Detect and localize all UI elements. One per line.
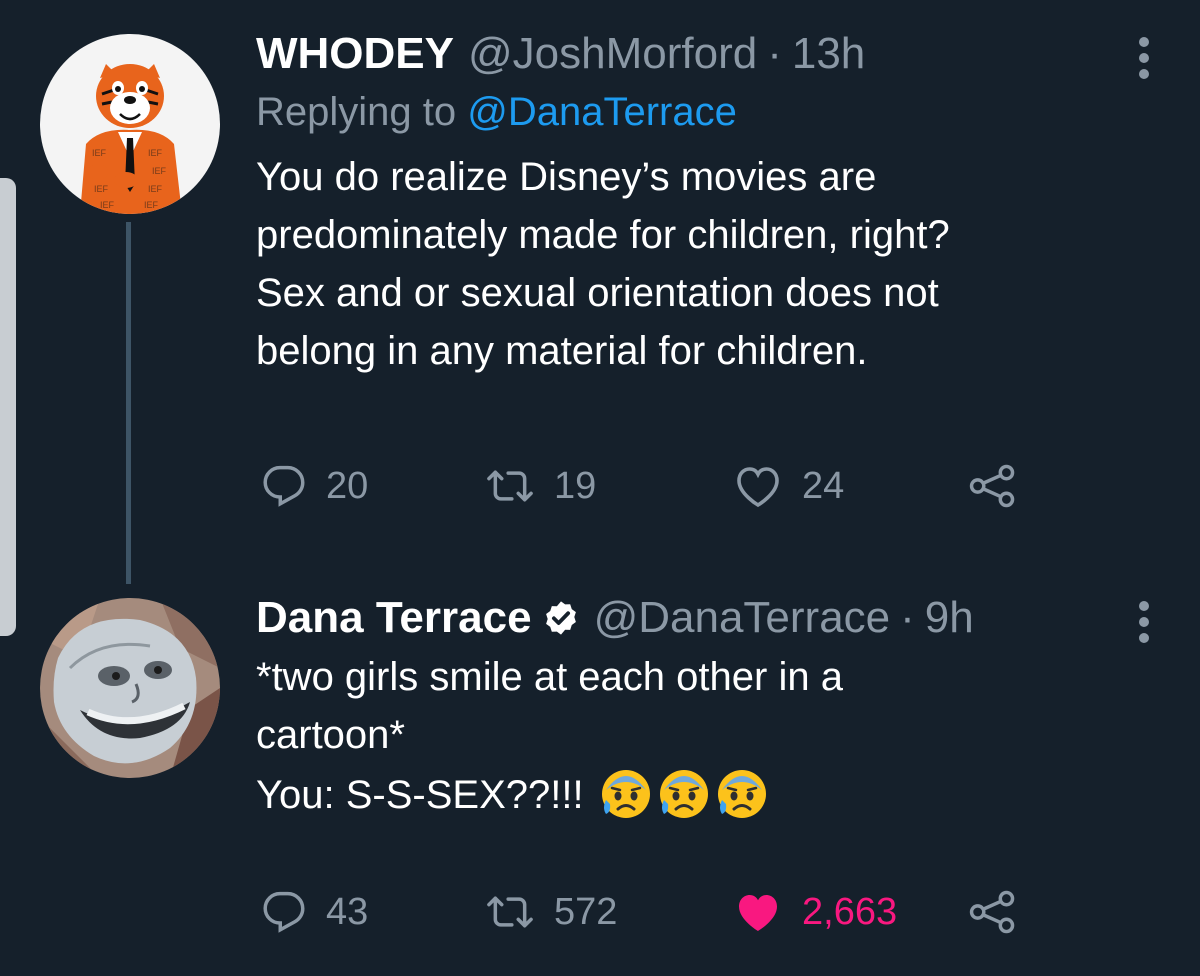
replying-to: Replying to @DanaTerrace <box>256 82 1156 142</box>
retweet-icon <box>487 470 533 502</box>
tweet-text-line: You do realize Disney’s movies are <box>256 155 877 199</box>
separator-dot: · <box>900 593 915 642</box>
svg-text:IEF: IEF <box>92 148 107 158</box>
medieval-art-face-avatar[interactable] <box>40 598 220 778</box>
verified-badge-icon <box>542 599 580 637</box>
reply-button[interactable]: 43 <box>262 882 368 942</box>
tweet-text-line: predominately made for children, right? <box>256 213 950 257</box>
anxious-face-with-sweat-icon <box>714 764 770 820</box>
reply-icon <box>263 891 305 933</box>
more-options-icon[interactable] <box>1132 598 1156 646</box>
tweet-time[interactable]: 13h <box>792 26 865 82</box>
reply-count: 20 <box>326 464 369 507</box>
like-button[interactable]: 2,663 <box>734 882 897 942</box>
tweet-text-line: cartoon* <box>256 713 405 757</box>
tweet-time[interactable]: 9h <box>925 590 974 646</box>
like-count: 2,663 <box>802 890 898 933</box>
retweet-icon <box>487 896 533 928</box>
share-icon <box>969 890 1015 934</box>
retweet-count: 19 <box>554 464 597 507</box>
reply-icon <box>263 465 305 507</box>
svg-text:IEF: IEF <box>152 166 167 176</box>
svg-text:IEF: IEF <box>94 184 109 194</box>
more-options-icon[interactable] <box>1132 34 1156 82</box>
tweet-text-line: belong in any material for children. <box>256 329 868 373</box>
share-button[interactable] <box>968 882 1018 942</box>
tweet-text: You do realize Disney’s movies are predo… <box>256 148 1156 380</box>
anxious-face-with-sweat-icon <box>656 764 712 820</box>
tweet-text-line: *two girls smile at each other in a <box>256 655 843 699</box>
heart-filled-icon <box>739 895 777 931</box>
share-button[interactable] <box>968 456 1018 516</box>
reply-count: 43 <box>326 890 369 933</box>
heart-outline-icon <box>737 467 779 508</box>
retweet-count: 572 <box>554 890 618 933</box>
replying-to-label: Replying to <box>256 90 457 134</box>
tweet-text: *two girls smile at each other in a cart… <box>256 648 1156 824</box>
like-button[interactable]: 24 <box>734 456 844 516</box>
thread-connector-line <box>126 222 131 584</box>
svg-text:IEF: IEF <box>100 200 115 210</box>
retweet-button[interactable]: 19 <box>486 456 596 516</box>
tweet-whodey[interactable]: WHODEY @JoshMorford · 13h Replying to @D… <box>256 26 1156 508</box>
tweet-dana-terrace[interactable]: Dana Terrace @DanaTerrace · 9h *two girl… <box>256 590 1156 934</box>
like-count: 24 <box>802 464 845 507</box>
svg-text:IEF: IEF <box>144 200 159 210</box>
scroll-indicator[interactable] <box>0 178 16 636</box>
user-handle[interactable]: @DanaTerrace <box>594 590 891 646</box>
replying-to-mention[interactable]: @DanaTerrace <box>467 90 737 134</box>
tweet-text-line: Sex and or sexual orientation does not <box>256 271 939 315</box>
retweet-button[interactable]: 572 <box>486 882 617 942</box>
separator-dot: · <box>767 29 782 78</box>
display-name[interactable]: WHODEY <box>256 26 454 82</box>
reply-button[interactable]: 20 <box>262 456 368 516</box>
anxious-face-with-sweat-icon <box>598 764 654 820</box>
tweet-text-line-with-emoji: You: S-S-SEX??!!! <box>256 764 1156 824</box>
svg-text:IEF: IEF <box>148 148 163 158</box>
svg-text:IEF: IEF <box>148 184 163 194</box>
tweet-header: Dana Terrace @DanaTerrace · 9h <box>256 590 1156 646</box>
user-handle[interactable]: @JoshMorford <box>468 26 757 82</box>
tiger-mascot-avatar[interactable]: IEFIEF IEFIEF IEFIEF IEFIEF <box>40 34 220 214</box>
tweet-text-line: You: S-S-SEX??!!! <box>256 773 584 817</box>
display-name[interactable]: Dana Terrace <box>256 590 532 646</box>
tweet-header: WHODEY @JoshMorford · 13h <box>256 26 1156 82</box>
share-icon <box>969 464 1015 508</box>
